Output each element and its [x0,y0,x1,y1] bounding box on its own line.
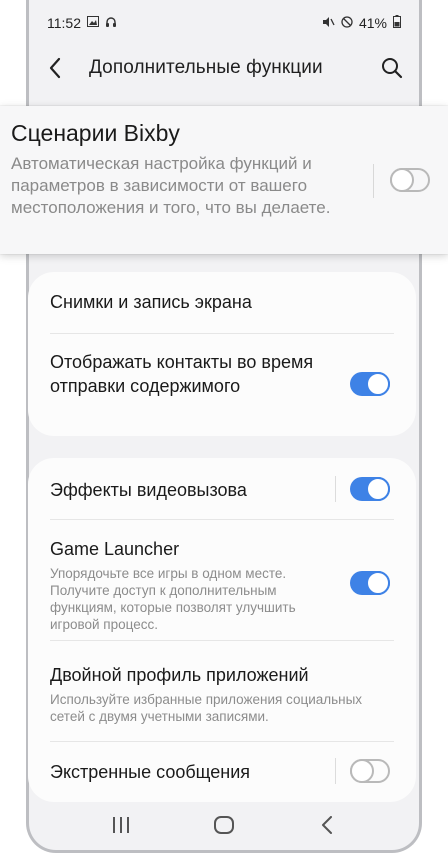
game-launcher-toggle[interactable] [350,571,390,595]
divider [50,333,394,334]
divider [50,519,394,520]
item-subtitle: Используйте избранные приложения социаль… [50,692,363,724]
recents-icon[interactable] [101,805,141,845]
page-title: Дополнительные функции [89,57,323,78]
search-icon[interactable] [379,55,405,81]
show-contacts-toggle[interactable] [350,372,390,396]
status-time: 11:52 [47,15,81,31]
list-item-dual-messenger[interactable]: Двойной профиль приложений Используйте и… [50,663,390,725]
item-title: Отображать контакты во время отправки со… [50,352,314,396]
battery-percent: 41% [358,15,387,31]
item-title: Экстренные сообщения [50,762,251,782]
item-title: Game Launcher [50,539,180,559]
app-bar: Дополнительные функции [29,46,419,90]
item-title: Снимки и запись экрана [50,292,252,312]
bixby-description: Автоматическая настройка функций и парам… [11,154,331,217]
status-bar: 11:52 41% [29,0,419,46]
headset-icon [105,16,117,31]
divider [50,640,394,641]
item-title: Двойной профиль приложений [50,665,309,685]
list-item-game-launcher[interactable]: Game Launcher Упорядочьте все игры в одн… [50,537,316,633]
home-icon[interactable] [204,805,244,845]
toggle-knob [366,477,390,501]
list-item-screenshots[interactable]: Снимки и запись экрана [50,290,390,314]
list-item-video-effects[interactable]: Эффекты видеовызова [50,478,390,502]
bixby-toggle[interactable] [390,168,430,192]
vertical-divider [335,476,336,502]
bixby-title: Сценарии Bixby [11,120,180,146]
bixby-divider [373,164,374,198]
toggle-knob [366,372,390,396]
item-title: Эффекты видеовызова [50,480,247,500]
nav-back-icon[interactable] [307,805,347,845]
list-item-sos-messages[interactable]: Экстренные сообщения [50,760,390,784]
dnd-icon [341,15,353,31]
toggle-knob [350,759,374,783]
mute-icon [322,16,335,31]
sos-messages-toggle[interactable] [350,759,390,783]
vertical-divider [335,758,336,784]
battery-icon [393,15,401,31]
bixby-routines-card[interactable]: Сценарии Bixby Автоматическая настройка … [0,106,448,254]
settings-group-1: Снимки и запись экрана Отображать контак… [28,272,416,436]
video-effects-toggle[interactable] [350,477,390,501]
toggle-knob [390,168,414,192]
toggle-knob [366,571,390,595]
image-icon [87,16,99,30]
divider [50,741,394,742]
navigation-bar [29,800,419,850]
back-icon[interactable] [43,56,67,80]
item-subtitle: Упорядочьте все игры в одном месте. Полу… [50,566,296,632]
list-item-show-contacts[interactable]: Отображать контакты во время отправки со… [50,350,336,398]
settings-group-2: Эффекты видеовызова Game Launcher Упоряд… [28,458,416,802]
